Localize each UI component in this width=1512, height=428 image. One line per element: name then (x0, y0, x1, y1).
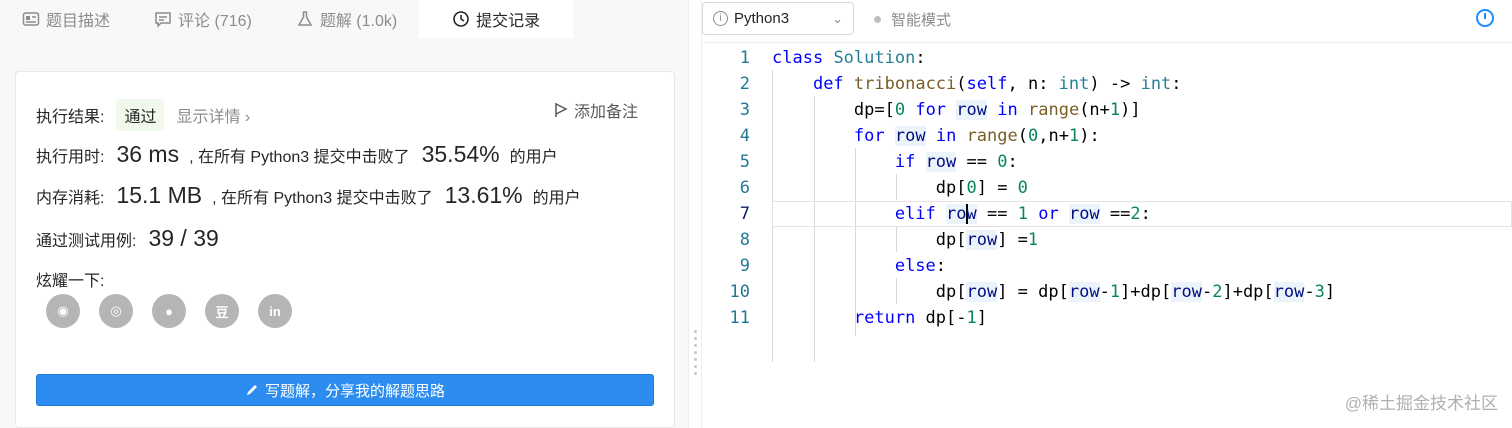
memory-value: 15.1 MB (116, 182, 203, 208)
share-row: 炫耀一下: (36, 267, 104, 291)
smart-mode-label: 智能模式 (891, 12, 952, 29)
tab-description[interactable]: 题目描述 (0, 0, 132, 38)
weibo-icon[interactable]: ◎ (99, 294, 133, 328)
submission-result-card: 执行结果: 通过 显示详情 › 添加备注 执行用时: 36 ms , 在所有 P… (15, 71, 675, 428)
memory-percent: 13.61% (444, 182, 523, 208)
code-pane: i Python3 ⌄ 智能模式 1 class Solution: 2 def… (702, 0, 1512, 428)
tests-label: 通过测试用例: (36, 233, 137, 250)
code-text: dp=[0 for row in range(n+1)] (772, 100, 1141, 120)
alarm-clock-icon[interactable] (1476, 9, 1494, 27)
show-details-link[interactable]: 显示详情 › (176, 103, 250, 127)
runtime-suffix: 的用户 (509, 149, 558, 166)
code-line: 2 def tribonacci(self, n: int) -> int: (702, 71, 1512, 97)
line-number: 4 (739, 126, 750, 146)
tab-label: 题解 (1.0k) (319, 13, 398, 30)
line-number: 6 (739, 178, 750, 198)
code-line: 9 else: (702, 253, 1512, 279)
douban-icon[interactable]: 豆 (205, 294, 239, 328)
code-line: 1 class Solution: (702, 45, 1512, 71)
tab-comments[interactable]: 评论 (716) (132, 0, 274, 38)
wechat-icon[interactable]: ◉ (46, 294, 80, 328)
memory-label: 内存消耗: (36, 190, 105, 207)
runtime-label: 执行用时: (36, 149, 105, 166)
code-text: dp[row] = dp[row-1]+dp[row-2]+dp[row-3] (772, 282, 1336, 302)
code-editor[interactable]: 1 class Solution: 2 def tribonacci(self,… (702, 44, 1512, 428)
line-number: 8 (739, 230, 750, 250)
line-number: 9 (739, 256, 750, 276)
code-text: return dp[-1] (853, 308, 987, 328)
share-icons: ◉ ◎ ● 豆 in (46, 294, 292, 328)
runtime-row: 执行用时: 36 ms , 在所有 Python3 提交中击败了 35.54% … (36, 141, 558, 168)
line-number: 11 (729, 308, 750, 328)
line-number: 5 (739, 152, 750, 172)
code-line: 8 dp[row] =1 (702, 227, 1512, 253)
memory-text: , 在所有 Python3 提交中击败了 (212, 190, 433, 207)
line-number: 3 (739, 100, 750, 120)
runtime-percent: 35.54% (421, 141, 500, 167)
line-number: 1 (739, 48, 750, 68)
language-value: Python3 (734, 10, 790, 27)
code-line-current: 7 elif row == 1 or row ==2: (702, 201, 1512, 227)
code-text: else: (894, 256, 947, 276)
description-icon (22, 10, 40, 28)
result-label: 执行结果: (36, 109, 105, 126)
tests-value: 39 / 39 (148, 225, 219, 251)
code-text: elif row == 1 or row ==2: (894, 204, 1151, 224)
status-dot-icon (874, 16, 881, 23)
write-solution-label: 写题解，分享我的解题思路 (264, 382, 445, 400)
watermark: @稀土掘金技术社区 (1344, 394, 1498, 413)
qq-icon[interactable]: ● (152, 294, 186, 328)
drag-handle-icon (694, 330, 697, 379)
result-row: 执行结果: 通过 显示详情 › (36, 99, 250, 131)
runtime-text: , 在所有 Python3 提交中击败了 (189, 149, 410, 166)
tab-label: 评论 (716) (178, 13, 252, 30)
code-text: if row == 0: (894, 152, 1018, 172)
code-text: def tribonacci(self, n: int) -> int: (812, 74, 1182, 94)
memory-suffix: 的用户 (532, 190, 581, 207)
line-number: 2 (739, 74, 750, 94)
text-cursor (965, 204, 968, 224)
chevron-down-icon: ⌄ (832, 10, 843, 26)
share-label: 炫耀一下: (36, 273, 105, 290)
comment-icon (154, 10, 172, 28)
memory-row: 内存消耗: 15.1 MB , 在所有 Python3 提交中击败了 13.61… (36, 182, 581, 209)
tab-bar: 题目描述 评论 (716) 题解 (1.0k) 提交记录 (0, 0, 688, 45)
write-solution-button[interactable]: 写题解，分享我的解题思路 (36, 374, 654, 406)
code-line: 5 if row == 0: (702, 149, 1512, 175)
tab-label: 提交记录 (476, 13, 541, 30)
runtime-value: 36 ms (116, 141, 180, 167)
flask-icon (296, 10, 314, 28)
code-text: dp[0] = 0 (772, 178, 1028, 198)
tests-row: 通过测试用例: 39 / 39 (36, 225, 229, 252)
clock-icon (452, 10, 470, 28)
add-note-button[interactable]: 添加备注 (554, 98, 638, 122)
line-number: 10 (729, 282, 750, 302)
status-badge: 通过 (116, 99, 165, 131)
left-pane: 题目描述 评论 (716) 题解 (1.0k) 提交记录 执行结果: 通过 显示… (0, 0, 688, 428)
code-text: for row in range(0,n+1): (853, 126, 1100, 146)
pane-splitter[interactable] (688, 0, 702, 428)
editor-toolbar: i Python3 ⌄ 智能模式 (702, 0, 1512, 43)
line-number: 7 (739, 204, 750, 224)
smart-mode-toggle[interactable]: 智能模式 (874, 9, 951, 30)
code-line: 11 return dp[-1] (702, 305, 1512, 331)
tab-solutions[interactable]: 题解 (1.0k) (274, 0, 419, 38)
code-line: 10 dp[row] = dp[row-1]+dp[row-2]+dp[row-… (702, 279, 1512, 305)
flag-icon (555, 103, 568, 117)
tab-label: 题目描述 (46, 13, 111, 30)
pencil-icon (246, 385, 257, 395)
code-line: 6 dp[0] = 0 (702, 175, 1512, 201)
code-text: class Solution: (772, 48, 926, 68)
info-icon: i (713, 11, 728, 26)
code-line: 4 for row in range(0,n+1): (702, 123, 1512, 149)
code-text: dp[row] =1 (772, 230, 1039, 250)
linkedin-icon[interactable]: in (258, 294, 292, 328)
code-line: 3 dp=[0 for row in range(n+1)] (702, 97, 1512, 123)
add-note-label: 添加备注 (573, 104, 638, 121)
language-select[interactable]: i Python3 ⌄ (702, 2, 854, 35)
tab-submissions[interactable]: 提交记录 (419, 0, 574, 38)
